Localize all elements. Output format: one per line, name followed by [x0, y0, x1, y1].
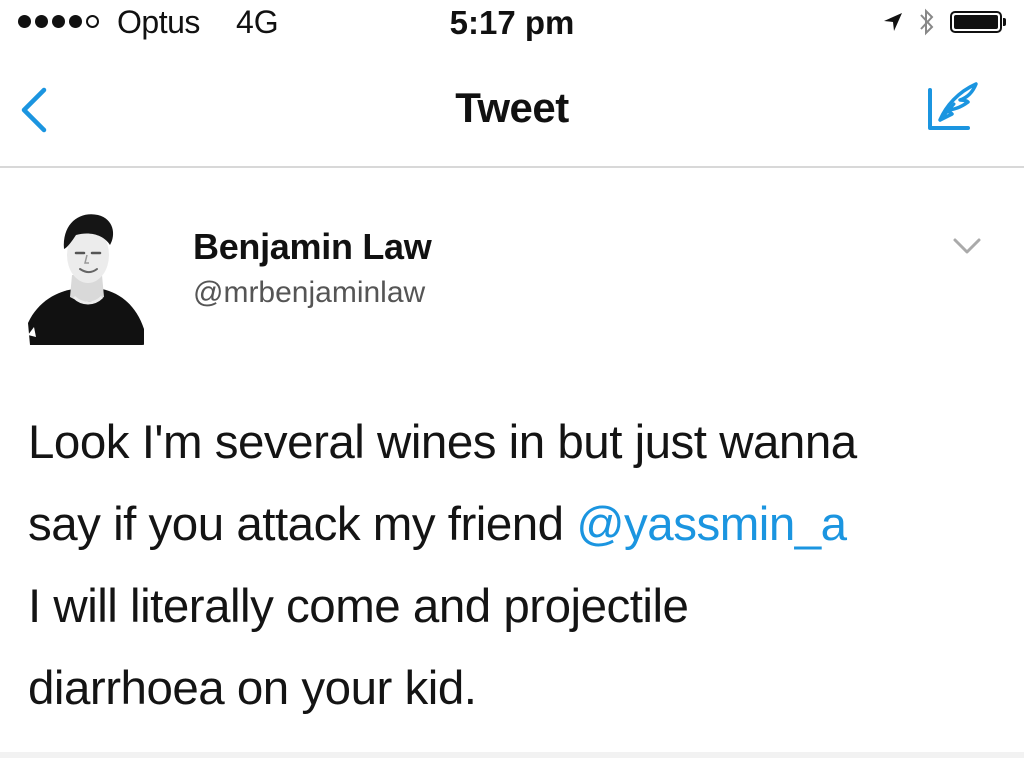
compose-tweet-icon: [928, 82, 978, 130]
battery-fill: [954, 15, 998, 29]
bluetooth-icon: [920, 8, 934, 36]
status-bar: Optus 4G 5:17 pm: [0, 0, 1024, 48]
chevron-down-icon: [953, 238, 981, 254]
status-time: 5:17 pm: [449, 4, 575, 41]
tweet-text-line: Look I'm several wines in but just wanna: [28, 416, 857, 469]
battery-icon: [950, 11, 1006, 33]
tweet-text-segment: say if you attack my friend: [28, 498, 577, 551]
divider: [0, 752, 1024, 758]
tweet-text-line: I will literally come and projectile: [28, 580, 689, 633]
author-handle[interactable]: @mrbenjaminlaw: [193, 276, 425, 310]
location-arrow-icon: [884, 13, 902, 31]
compose-tweet-button[interactable]: [924, 76, 986, 138]
tweet-text: Look I'm several wines in but just wanna…: [28, 402, 988, 730]
status-icons: [882, 6, 1006, 38]
avatar[interactable]: [24, 205, 148, 345]
profile-photo: [28, 214, 144, 345]
tweet-text-line: say if you attack my friend @yassmin_a: [28, 484, 988, 566]
tweet-text-line: diarrhoea on your kid.: [28, 662, 477, 715]
mention-link[interactable]: @yassmin_a: [576, 498, 847, 551]
navigation-bar: Tweet: [0, 48, 1024, 168]
author-name[interactable]: Benjamin Law: [193, 226, 432, 268]
page-title: Tweet: [455, 84, 569, 131]
tweet-options-button[interactable]: [947, 232, 987, 260]
